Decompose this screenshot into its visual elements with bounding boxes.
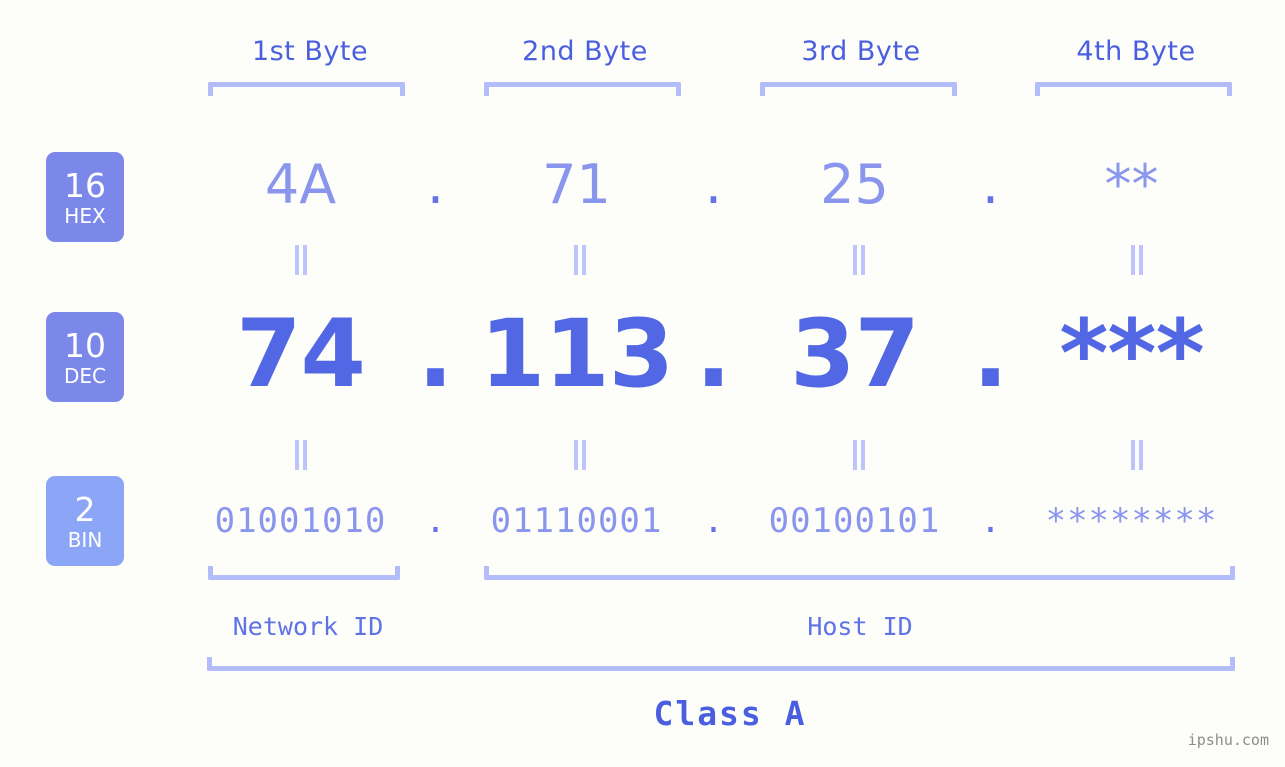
bin-byte-1: 01001010 xyxy=(214,501,387,541)
radix-badge-bin-name: BIN xyxy=(67,527,103,552)
radix-badge-hex-number: 16 xyxy=(64,165,106,205)
equals-connector-hex-dec-2 xyxy=(572,245,588,275)
bin-separator-1: . xyxy=(425,501,446,541)
dec-separator-2: . xyxy=(695,300,732,409)
equals-connector-dec-bin-2 xyxy=(572,440,588,470)
ip-address-breakdown-diagram: 1st Byte 2nd Byte 3rd Byte 4th Byte 16 H… xyxy=(0,0,1285,767)
equals-connector-dec-bin-4 xyxy=(1129,440,1145,470)
byte-bracket-2 xyxy=(484,82,681,96)
host-id-bracket xyxy=(484,566,1235,580)
byte-bracket-4 xyxy=(1035,82,1232,96)
radix-badge-bin-number: 2 xyxy=(74,489,96,529)
dec-separator-1: . xyxy=(417,300,454,409)
host-id-label: Host ID xyxy=(807,612,913,641)
bin-separator-2: . xyxy=(703,501,724,541)
network-id-label: Network ID xyxy=(232,612,384,641)
equals-connector-hex-dec-1 xyxy=(293,245,309,275)
dec-byte-3: 37 xyxy=(790,300,920,409)
dec-byte-4: *** xyxy=(1059,300,1204,409)
hex-separator-3: . xyxy=(981,153,1000,216)
radix-badge-hex: 16 HEX xyxy=(46,152,124,242)
dec-byte-2: 113 xyxy=(479,300,674,409)
radix-badge-bin: 2 BIN xyxy=(46,476,124,566)
byte-header-3: 3rd Byte xyxy=(801,36,921,67)
hex-separator-2: . xyxy=(704,153,723,216)
class-label: Class A xyxy=(653,694,807,733)
equals-connector-hex-dec-3 xyxy=(851,245,867,275)
byte-header-1: 1st Byte xyxy=(251,36,369,67)
hex-byte-3: 25 xyxy=(820,153,889,216)
byte-header-2: 2nd Byte xyxy=(522,36,648,67)
hex-byte-4: ** xyxy=(1104,153,1159,216)
hex-byte-1: 4A xyxy=(264,153,337,216)
network-id-bracket xyxy=(208,566,400,580)
hex-byte-2: 71 xyxy=(542,153,611,216)
bin-byte-4: ******** xyxy=(1045,501,1218,541)
bin-byte-2: 01110001 xyxy=(490,501,663,541)
hex-separator-1: . xyxy=(426,153,445,216)
radix-badge-dec-name: DEC xyxy=(63,363,106,388)
byte-bracket-3 xyxy=(760,82,957,96)
bin-separator-3: . xyxy=(980,501,1001,541)
byte-bracket-1 xyxy=(208,82,405,96)
byte-header-4: 4th Byte xyxy=(1076,36,1196,67)
equals-connector-hex-dec-4 xyxy=(1129,245,1145,275)
radix-badge-dec-number: 10 xyxy=(64,325,106,365)
equals-connector-dec-bin-3 xyxy=(851,440,867,470)
bin-byte-3: 00100101 xyxy=(768,501,941,541)
dec-separator-3: . xyxy=(972,300,1009,409)
class-bracket xyxy=(207,657,1235,671)
site-watermark: ipshu.com xyxy=(1187,731,1269,749)
equals-connector-dec-bin-1 xyxy=(293,440,309,470)
radix-badge-hex-name: HEX xyxy=(64,203,106,228)
dec-byte-1: 74 xyxy=(236,300,366,409)
radix-badge-dec: 10 DEC xyxy=(46,312,124,402)
